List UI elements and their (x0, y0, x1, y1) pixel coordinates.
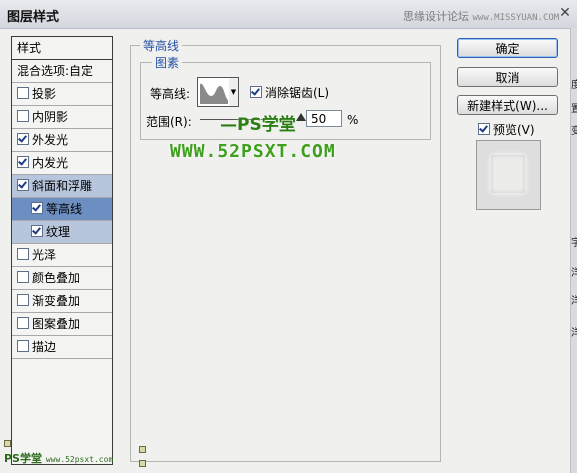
edge-char: 洋 (571, 328, 577, 339)
forum-watermark-text: 思缘设计论坛 (403, 10, 469, 23)
style-item-label: 描边 (32, 340, 57, 354)
close-icon[interactable]: ✕ (557, 5, 573, 21)
style-item-label: 斜面和浮雕 (32, 179, 93, 193)
chevron-down-icon[interactable]: ▼ (229, 77, 239, 107)
preview-label: 预览(V) (493, 123, 535, 137)
style-item-checkbox[interactable] (17, 317, 29, 329)
resize-handle-icon (4, 440, 11, 447)
ps-watermark: —PS学堂 (220, 115, 296, 135)
style-item-checkbox[interactable] (17, 271, 29, 283)
url-watermark: WWW.52PSXT.COM (170, 141, 336, 162)
style-list: 样式 混合选项:自定投影内阴影外发光内发光斜面和浮雕等高线纹理光泽颜色叠加渐变叠… (11, 36, 113, 465)
range-slider-thumb[interactable] (296, 113, 306, 121)
title-bar: 图层样式 思缘设计论坛 www.MISSYUAN.COM ✕ (0, 0, 577, 29)
style-item-checkbox[interactable] (17, 156, 29, 168)
resize-handle-icon (139, 446, 146, 453)
bottom-watermark-site: www.52psxt.com (45, 455, 114, 464)
anti-alias-label: 消除锯齿(L) (265, 86, 330, 100)
style-item[interactable]: 投影 (12, 83, 112, 106)
styles-header[interactable]: 样式 (12, 37, 112, 60)
style-item-label: 等高线 (46, 202, 83, 216)
style-item-checkbox[interactable] (17, 340, 29, 352)
style-preview (476, 140, 541, 210)
anti-alias-box[interactable] (250, 86, 262, 98)
style-item[interactable]: 渐变叠加 (12, 290, 112, 313)
style-item-checkbox[interactable] (31, 225, 43, 237)
bottom-watermark-ps: PS学堂 (4, 452, 42, 465)
style-item[interactable]: 混合选项:自定 (12, 60, 112, 83)
style-item[interactable]: 颜色叠加 (12, 267, 112, 290)
style-item-label: 光泽 (32, 248, 57, 262)
style-item-label: 图案叠加 (32, 317, 81, 331)
style-item-checkbox[interactable] (17, 110, 29, 122)
style-item-label: 外发光 (32, 133, 69, 147)
forum-watermark: 思缘设计论坛 www.MISSYUAN.COM (403, 8, 559, 24)
style-item[interactable]: 内发光 (12, 152, 112, 175)
style-item-checkbox[interactable] (17, 179, 29, 191)
style-item[interactable]: 图案叠加 (12, 313, 112, 336)
preview-swatch (491, 155, 525, 193)
contour-label: 等高线: (150, 87, 191, 101)
style-item[interactable]: 斜面和浮雕 (12, 175, 112, 198)
window-title: 图层样式 (7, 10, 60, 25)
style-item-label: 内发光 (32, 156, 69, 170)
edge-char: 置 (571, 104, 577, 115)
style-item[interactable]: 纹理 (12, 221, 112, 244)
new-style-button[interactable]: 新建样式(W)... (457, 95, 558, 115)
forum-watermark-site: www.MISSYUAN.COM (472, 13, 560, 23)
style-item-checkbox[interactable] (17, 87, 29, 99)
style-item[interactable]: 内阴影 (12, 106, 112, 129)
range-unit: % (347, 113, 359, 127)
preview-box-check[interactable] (478, 123, 490, 135)
style-item-label: 颜色叠加 (32, 271, 81, 285)
style-item-checkbox[interactable] (31, 202, 43, 214)
ps-watermark-text: PS学堂 (237, 115, 296, 135)
edge-char: 洋 (571, 268, 577, 279)
style-item-checkbox[interactable] (17, 133, 29, 145)
style-item[interactable]: 光泽 (12, 244, 112, 267)
elements-group-title: 图素 (152, 54, 183, 71)
edge-char: 度 (571, 80, 577, 91)
style-item[interactable]: 描边 (12, 336, 112, 359)
style-item[interactable]: 外发光 (12, 129, 112, 152)
edge-char: 字 (571, 238, 577, 249)
style-item-label: 投影 (32, 87, 57, 101)
contour-picker[interactable] (197, 77, 231, 107)
style-item-checkbox[interactable] (17, 294, 29, 306)
contour-group-title: 等高线 (140, 37, 183, 54)
background-window-edge: 度 置 变 字 洋 洋 洋 (570, 28, 577, 473)
resize-handle-icon (139, 460, 146, 467)
preview-checkbox[interactable]: 预览(V) (478, 121, 535, 138)
cancel-button[interactable]: 取消 (457, 67, 558, 87)
contour-curve-icon (200, 83, 228, 104)
range-input[interactable]: 50 (306, 110, 342, 127)
range-label: 范围(R): (146, 115, 192, 129)
edge-char: 变 (571, 126, 577, 137)
edge-char: 洋 (571, 296, 577, 307)
anti-alias-checkbox[interactable]: 消除锯齿(L) (250, 84, 329, 101)
style-item-label: 渐变叠加 (32, 294, 81, 308)
style-item-label: 内阴影 (32, 110, 69, 124)
style-item-checkbox[interactable] (17, 248, 29, 260)
ok-button[interactable]: 确定 (457, 38, 558, 58)
style-item-label: 混合选项:自定 (17, 64, 94, 78)
bottom-watermark: PS学堂 www.52psxt.com (4, 450, 113, 466)
style-item-label: 纹理 (46, 225, 71, 239)
style-item[interactable]: 等高线 (12, 198, 112, 221)
